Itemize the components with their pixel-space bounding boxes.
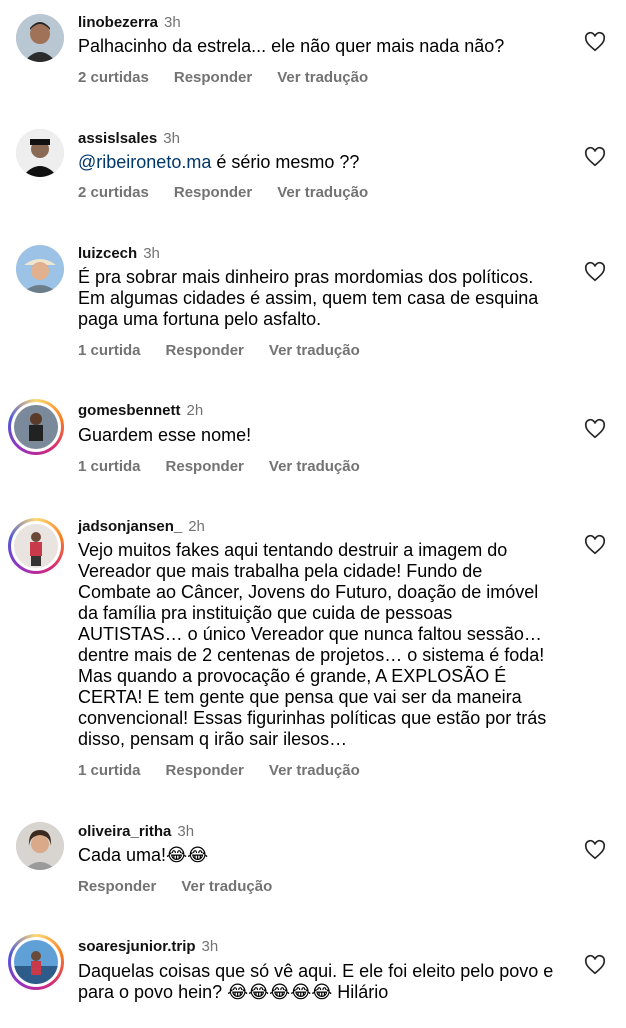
avatar[interactable] [8, 934, 64, 990]
username[interactable]: assislsales 3h [78, 130, 180, 147]
comment-text: Guardem esse nome! [78, 425, 252, 445]
comment-text: Vejo muitos fakes aqui tentando destruir… [78, 540, 547, 749]
likes-count[interactable]: 1 curtida [78, 342, 141, 359]
translate-button[interactable]: Ver tradução [269, 762, 360, 779]
username[interactable]: luizcech 3h [78, 245, 160, 262]
comment-text: Daquelas coisas que só vê aqui. E ele fo… [78, 961, 554, 1002]
comment-text: Palhacinho da estrela... ele não quer ma… [78, 36, 505, 56]
timestamp: 2h [186, 402, 204, 419]
heart-outline-icon[interactable] [584, 418, 606, 440]
comment-text: É pra sobrar mais dinheiro pras mordomia… [78, 267, 539, 329]
timestamp: 3h [143, 245, 160, 262]
avatar[interactable] [8, 518, 64, 574]
heart-outline-icon[interactable] [584, 31, 606, 53]
heart-outline-icon[interactable] [584, 261, 606, 283]
heart-outline-icon[interactable] [584, 954, 606, 976]
heart-outline-icon[interactable] [584, 534, 606, 556]
translate-button[interactable]: Ver tradução [181, 878, 272, 895]
translate-button[interactable]: Ver tradução [277, 69, 368, 86]
heart-outline-icon[interactable] [584, 146, 606, 168]
username[interactable]: gomesbennett 2h [78, 402, 203, 419]
likes-count[interactable]: 1 curtida [78, 762, 141, 779]
username[interactable]: soaresjunior.trip 3h [78, 938, 218, 955]
avatar[interactable] [16, 822, 64, 870]
avatar[interactable] [16, 245, 64, 293]
reply-button[interactable]: Responder [78, 878, 156, 895]
mention-link[interactable]: @ribeironeto.ma [78, 152, 211, 172]
avatar[interactable] [8, 399, 64, 455]
reply-button[interactable]: Responder [166, 762, 244, 779]
timestamp: 3h [201, 938, 219, 955]
timestamp: 3h [177, 823, 195, 840]
reply-button[interactable]: Responder [166, 342, 244, 359]
translate-button[interactable]: Ver tradução [269, 458, 360, 475]
comment-text: @ribeironeto.ma é sério mesmo ?? [78, 152, 360, 172]
avatar[interactable] [16, 14, 64, 62]
username[interactable]: linobezerra 3h [78, 14, 181, 31]
timestamp: 3h [163, 130, 180, 147]
reply-button[interactable]: Responder [174, 69, 252, 86]
translate-button[interactable]: Ver tradução [277, 184, 368, 201]
avatar[interactable] [16, 129, 64, 177]
heart-outline-icon[interactable] [584, 839, 606, 861]
timestamp: 3h [164, 14, 181, 31]
likes-count[interactable]: 1 curtida [78, 458, 141, 475]
likes-count[interactable]: 2 curtidas [78, 184, 149, 201]
reply-button[interactable]: Responder [166, 458, 244, 475]
timestamp: 2h [188, 518, 205, 535]
username[interactable]: jadsonjansen_ 2h [78, 518, 205, 535]
translate-button[interactable]: Ver tradução [269, 342, 360, 359]
comment-text: Cada uma!😂😂 [78, 845, 209, 865]
likes-count[interactable]: 2 curtidas [78, 69, 149, 86]
reply-button[interactable]: Responder [174, 184, 252, 201]
username[interactable]: oliveira_ritha 3h [78, 823, 194, 840]
